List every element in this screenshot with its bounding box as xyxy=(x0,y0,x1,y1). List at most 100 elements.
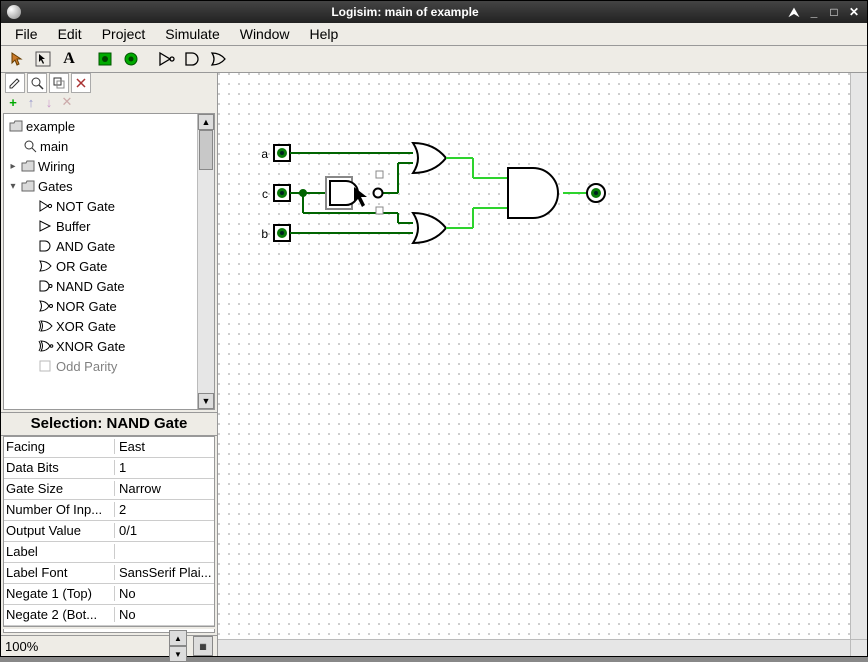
canvas-area[interactable]: a c b xyxy=(218,73,867,656)
tool-input-pin[interactable] xyxy=(93,47,117,71)
prop-row[interactable]: Negate 1 (Top)No xyxy=(4,584,214,605)
tree-circuit-main[interactable]: main xyxy=(4,136,214,156)
tool-output-pin[interactable] xyxy=(119,47,143,71)
menu-project[interactable]: Project xyxy=(92,24,156,44)
tree-lib-wiring[interactable]: ▸ Wiring xyxy=(4,156,214,176)
prop-value[interactable]: SansSerif Plai... xyxy=(115,565,214,580)
tree-gate-and[interactable]: AND Gate xyxy=(4,236,214,256)
app-icon xyxy=(7,5,21,19)
move-up-button[interactable]: ↑ xyxy=(23,94,39,110)
scroll-thumb[interactable] xyxy=(199,130,213,170)
menu-edit[interactable]: Edit xyxy=(48,24,92,44)
circuit-svg: a c b xyxy=(218,73,858,633)
tree-gate-nor[interactable]: NOR Gate xyxy=(4,296,214,316)
window-maximize-button[interactable]: □ xyxy=(827,5,841,19)
project-tree[interactable]: example main ▸ Wiring ▾ Gates xyxy=(3,113,215,410)
prop-row[interactable]: Data Bits1 xyxy=(4,458,214,479)
menu-help[interactable]: Help xyxy=(300,24,349,44)
move-down-button[interactable]: ↓ xyxy=(41,94,57,110)
tree-gate-xor[interactable]: XOR Gate xyxy=(4,316,214,336)
scrollbar-corner xyxy=(850,639,867,656)
prop-key: Label Font xyxy=(4,565,115,580)
remove-button[interactable]: ✕ xyxy=(59,94,75,110)
tree-label: NOT Gate xyxy=(56,199,115,214)
nand-gate-placed[interactable] xyxy=(326,171,383,214)
menu-file[interactable]: File xyxy=(5,24,48,44)
parity-icon xyxy=(38,358,54,374)
tool-view-circuit[interactable] xyxy=(27,73,47,93)
tree-scrollbar[interactable]: ▲ ▼ xyxy=(197,114,214,409)
tool-edit-circuit[interactable] xyxy=(5,73,25,93)
prop-value[interactable]: East xyxy=(115,439,214,454)
prop-key: Facing xyxy=(4,439,115,454)
collapse-icon[interactable]: ▾ xyxy=(8,181,18,192)
toolbar: A xyxy=(1,46,867,73)
prop-row[interactable]: FacingEast xyxy=(4,437,214,458)
prop-row[interactable]: Label xyxy=(4,542,214,563)
tool-and-gate[interactable] xyxy=(181,47,205,71)
tool-text[interactable]: A xyxy=(57,47,81,71)
tree-label: Buffer xyxy=(56,219,90,234)
or-gate-top[interactable] xyxy=(413,143,446,173)
scroll-up-button[interactable]: ▲ xyxy=(198,114,214,130)
and-gate[interactable] xyxy=(508,168,558,218)
tool-or-gate[interactable] xyxy=(207,47,231,71)
menu-window[interactable]: Window xyxy=(230,24,300,44)
canvas-vscrollbar[interactable] xyxy=(850,73,867,640)
prop-row[interactable]: Output Value0/1 xyxy=(4,521,214,542)
zoom-grid-button[interactable]: ▦ xyxy=(193,636,213,656)
tree-gate-odd-parity[interactable]: Odd Parity xyxy=(4,356,214,376)
input-pin-c[interactable]: c xyxy=(262,185,290,201)
tree-gate-not[interactable]: NOT Gate xyxy=(4,196,214,216)
input-pin-a[interactable]: a xyxy=(261,145,290,161)
window-minimize-button[interactable]: _ xyxy=(807,5,821,19)
prop-key: Negate 1 (Top) xyxy=(4,586,115,601)
tree-gate-nand[interactable]: NAND Gate xyxy=(4,276,214,296)
tree-gate-xnor[interactable]: XNOR Gate xyxy=(4,336,214,356)
prop-key: Number Of Inp... xyxy=(4,502,115,517)
scroll-down-button[interactable]: ▼ xyxy=(198,393,214,409)
prop-value[interactable]: 1 xyxy=(115,460,214,475)
zoom-out-button[interactable]: ▼ xyxy=(169,646,187,662)
tool-delete[interactable] xyxy=(71,73,91,93)
app-window: Logisim: main of example ⮝ _ □ ✕ File Ed… xyxy=(0,0,868,657)
tree-label: NAND Gate xyxy=(56,279,125,294)
tree-gate-buffer[interactable]: Buffer xyxy=(4,216,214,236)
input-pin-b[interactable]: b xyxy=(261,225,290,241)
prop-value[interactable]: No xyxy=(115,607,214,622)
tool-poke[interactable] xyxy=(5,47,29,71)
tree-project-root[interactable]: example xyxy=(4,116,214,136)
canvas-hscrollbar[interactable] xyxy=(218,639,851,656)
magnifier-icon xyxy=(22,138,38,154)
prop-value[interactable]: 0/1 xyxy=(115,523,214,538)
tree-label: Wiring xyxy=(38,159,75,174)
prop-row[interactable]: Gate SizeNarrow xyxy=(4,479,214,500)
prop-row[interactable]: Negate 2 (Bot...No xyxy=(4,605,214,626)
menubar: File Edit Project Simulate Window Help xyxy=(1,23,867,46)
prop-row[interactable]: Number Of Inp...2 xyxy=(4,500,214,521)
tool-not-gate[interactable] xyxy=(155,47,179,71)
folder-icon xyxy=(20,178,36,194)
menu-simulate[interactable]: Simulate xyxy=(155,24,229,44)
add-circuit-button[interactable]: + xyxy=(5,94,21,110)
prop-value[interactable]: Narrow xyxy=(115,481,214,496)
tool-edit-appearance[interactable] xyxy=(49,73,69,93)
window-stick-button[interactable]: ⮝ xyxy=(787,5,801,20)
selection-header: Selection: NAND Gate xyxy=(1,412,217,436)
tree-gate-or[interactable]: OR Gate xyxy=(4,256,214,276)
window-title: Logisim: main of example xyxy=(29,5,781,19)
prop-key: Output Value xyxy=(4,523,115,538)
expand-icon[interactable]: ▸ xyxy=(8,161,18,172)
prop-value[interactable]: 2 xyxy=(115,502,214,517)
zoom-value[interactable]: 100% xyxy=(5,639,167,654)
prop-value[interactable]: No xyxy=(115,586,214,601)
or-gate-bottom[interactable] xyxy=(413,213,446,243)
window-close-button[interactable]: ✕ xyxy=(847,5,861,19)
zoom-in-button[interactable]: ▲ xyxy=(169,630,187,646)
prop-row[interactable]: Label FontSansSerif Plai... xyxy=(4,563,214,584)
tree-lib-gates[interactable]: ▾ Gates xyxy=(4,176,214,196)
not-gate-icon xyxy=(38,198,54,214)
xor-gate-icon xyxy=(38,318,54,334)
tool-select[interactable] xyxy=(31,47,55,71)
output-pin[interactable] xyxy=(587,184,605,202)
